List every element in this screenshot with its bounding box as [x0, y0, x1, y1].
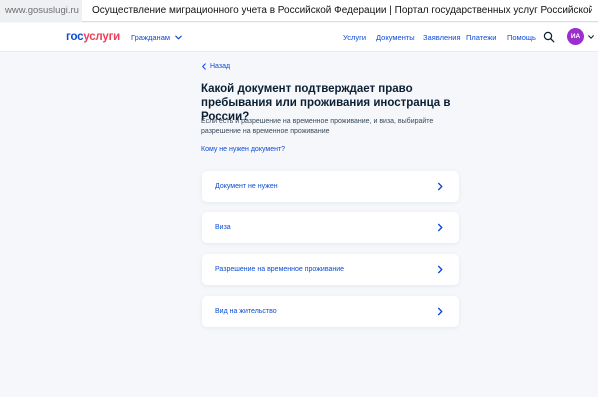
logo-part-1: гос	[66, 31, 84, 43]
chevron-left-icon	[202, 63, 206, 70]
site-header: госуслуги Гражданам Услуги Документы Зая…	[0, 23, 598, 52]
back-label: Назад	[210, 63, 231, 70]
nav-help[interactable]: Помощь	[507, 33, 536, 42]
audience-label: Гражданам	[131, 33, 171, 42]
logo-part-2: услуги	[83, 31, 121, 43]
chevron-right-icon	[437, 307, 443, 316]
option-residence-permit[interactable]: Вид на жительство	[202, 296, 459, 327]
chevron-right-icon	[437, 223, 443, 232]
chevron-down-icon	[175, 35, 182, 40]
nav-documents[interactable]: Документы	[376, 33, 415, 42]
window-title: Осуществление миграционного учета в Росс…	[92, 5, 592, 16]
back-link[interactable]: Назад	[201, 63, 230, 70]
nav-payments[interactable]: Платежи	[466, 33, 496, 42]
browser-bar: www.gosuslugi.ru Осуществление миграцион…	[0, 0, 598, 22]
option-label: Документ не нужен	[215, 183, 278, 190]
page-description: Если есть и разрешение на временное прож…	[201, 118, 434, 135]
chevron-right-icon	[437, 182, 443, 191]
nav-applications[interactable]: Заявления	[423, 33, 461, 42]
gosuslugi-logo[interactable]: госуслуги	[66, 31, 120, 43]
option-label: Вид на жительство	[215, 308, 277, 315]
option-no-document[interactable]: Документ не нужен	[202, 171, 459, 202]
option-label: Виза	[215, 224, 231, 231]
user-avatar[interactable]: ИА	[567, 28, 584, 45]
address-bar[interactable]: www.gosuslugi.ru	[0, 0, 82, 22]
nav-services[interactable]: Услуги	[343, 33, 366, 42]
chevron-right-icon	[437, 265, 443, 274]
audience-dropdown[interactable]: Гражданам	[131, 33, 183, 42]
search-icon[interactable]	[543, 31, 555, 43]
chevron-down-icon[interactable]	[587, 33, 595, 41]
option-temporary-residence-permit[interactable]: Разрешение на временное проживание	[202, 254, 459, 285]
option-visa[interactable]: Виза	[202, 212, 459, 243]
option-label: Разрешение на временное проживание	[215, 266, 345, 273]
who-needs-no-document-link[interactable]: Кому не нужен документ?	[201, 146, 285, 153]
